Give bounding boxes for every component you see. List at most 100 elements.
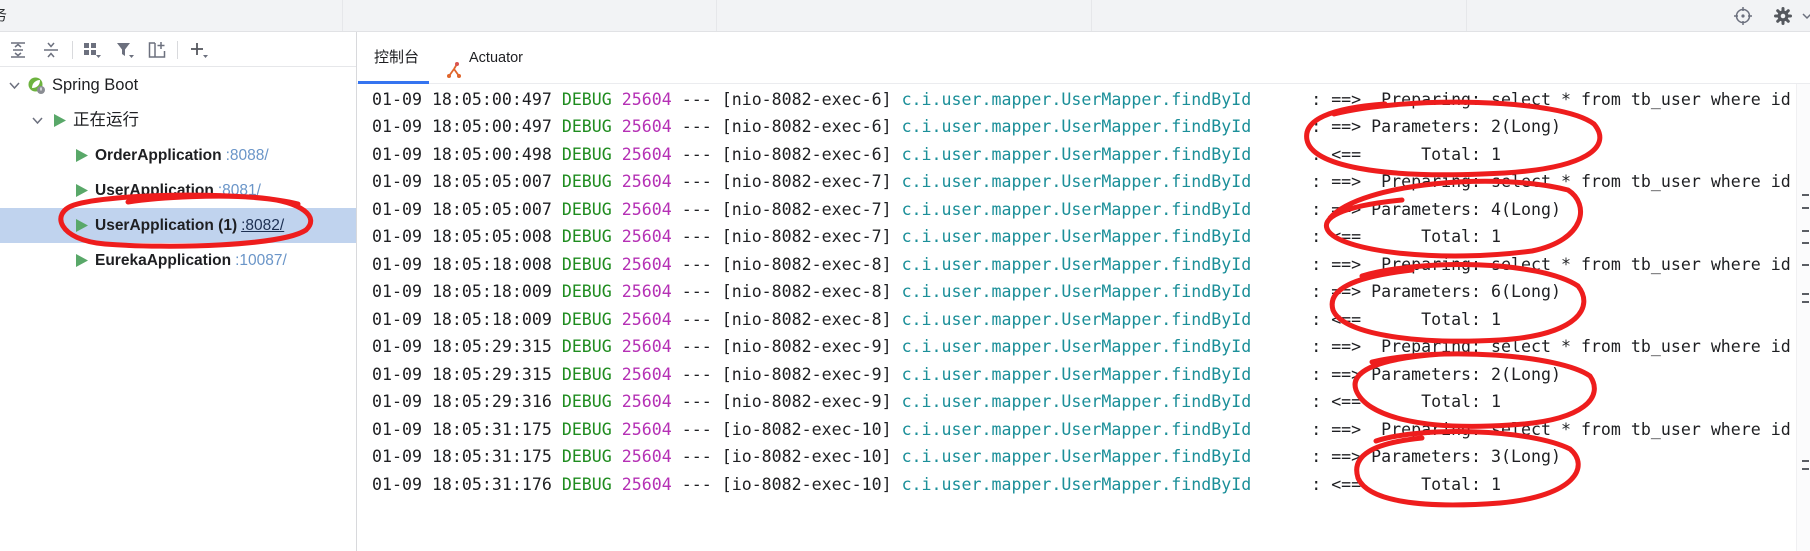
log-message: <== Total: 1 xyxy=(1331,392,1502,411)
log-message: <== Total: 1 xyxy=(1331,144,1502,164)
log-message: <== Total: 1 xyxy=(1331,474,1502,494)
run-icon xyxy=(72,251,91,270)
console-scrollbar[interactable] xyxy=(1796,84,1810,551)
log-pid: 25604 xyxy=(621,89,672,109)
run-icon xyxy=(72,181,91,200)
log-delimiter: : xyxy=(1311,227,1322,246)
run-icon xyxy=(50,111,69,130)
log-logger: c.i.user.mapper.UserMapper.findById xyxy=(901,89,1252,109)
expand-all-icon[interactable] xyxy=(8,40,28,60)
log-pid: 25604 xyxy=(621,392,672,411)
log-timestamp: 01-09 18:05:00:497 xyxy=(372,89,552,109)
log-separator: --- xyxy=(681,364,712,384)
log-pid: 25604 xyxy=(621,227,672,246)
console-line: 01-09 18:05:00:497 DEBUG 25604 --- [nio-… xyxy=(372,113,1796,141)
tree-item-spring-boot[interactable]: Spring Boot xyxy=(0,68,356,103)
log-thread: [nio-8082-exec-9] xyxy=(721,392,892,411)
new-service-icon[interactable] xyxy=(147,40,167,60)
log-timestamp: 01-09 18:05:05:007 xyxy=(372,199,552,219)
log-pid: 25604 xyxy=(621,144,672,164)
tree-item-app[interactable]: OrderApplication:8088/ xyxy=(0,138,356,173)
console-line: 01-09 18:05:31:175 DEBUG 25604 --- [io-8… xyxy=(372,443,1796,471)
app-name: UserApplication (1) xyxy=(95,217,238,234)
log-level: DEBUG xyxy=(561,117,612,136)
filter-icon[interactable] xyxy=(115,40,135,60)
console-line: 01-09 18:05:29:316 DEBUG 25604 --- [nio-… xyxy=(372,388,1796,416)
actuator-icon xyxy=(445,49,463,78)
app-port-link[interactable]: :8082/ xyxy=(241,217,284,234)
log-logger: c.i.user.mapper.UserMapper.findById xyxy=(901,144,1252,164)
add-icon[interactable] xyxy=(189,40,209,60)
app-name: UserApplication xyxy=(95,182,214,199)
log-message: ==> Parameters: 4(Long) xyxy=(1331,199,1561,219)
tab-console[interactable]: 控制台 xyxy=(358,32,430,84)
log-delimiter: : xyxy=(1311,144,1322,164)
log-timestamp: 01-09 18:05:05:007 xyxy=(372,172,552,191)
log-message: ==> Parameters: 3(Long) xyxy=(1331,447,1561,466)
tree-item-app[interactable]: EurekaApplication:10087/ xyxy=(0,243,356,278)
tree-item-app[interactable]: UserApplication (1):8082/ xyxy=(0,208,356,243)
log-level: DEBUG xyxy=(561,392,612,411)
console-line: 01-09 18:05:05:007 DEBUG 25604 --- [nio-… xyxy=(372,168,1796,196)
toolbar-separator xyxy=(177,41,178,59)
console-line: 01-09 18:05:05:007 DEBUG 25604 --- [nio-… xyxy=(372,196,1796,224)
tab-actuator[interactable]: Actuator xyxy=(441,32,551,84)
tree-group-label: 正在运行 xyxy=(73,111,139,129)
log-level: DEBUG xyxy=(561,89,612,109)
log-message: ==> Preparing: select * from tb_user whe… xyxy=(1331,172,1791,191)
chevron-down-icon[interactable] xyxy=(1801,6,1810,26)
services-panel: Spring Boot 正在运行 OrderApplication:8088/ … xyxy=(0,32,357,551)
log-level: DEBUG xyxy=(561,199,612,219)
app-port-link[interactable]: :8081/ xyxy=(218,182,261,199)
log-pid: 25604 xyxy=(621,282,672,301)
log-logger: c.i.user.mapper.UserMapper.findById xyxy=(901,254,1252,274)
console-line: 01-09 18:05:18:008 DEBUG 25604 --- [nio-… xyxy=(372,251,1796,279)
log-message: ==> Parameters: 2(Long) xyxy=(1331,117,1561,136)
crosshair-icon[interactable] xyxy=(1733,6,1753,26)
gear-icon[interactable] xyxy=(1773,6,1793,26)
log-separator: --- xyxy=(681,392,712,411)
log-delimiter: : xyxy=(1311,447,1322,466)
app-label: UserApplication (1):8082/ xyxy=(95,208,284,243)
log-delimiter: : xyxy=(1311,117,1322,136)
log-pid: 25604 xyxy=(621,254,672,274)
log-pid: 25604 xyxy=(621,117,672,136)
log-message: ==> Parameters: 2(Long) xyxy=(1331,364,1561,384)
console-output[interactable]: 01-09 18:05:00:497 DEBUG 25604 --- [nio-… xyxy=(357,84,1796,551)
app-port-link[interactable]: :10087/ xyxy=(235,252,287,269)
log-thread: [nio-8082-exec-8] xyxy=(721,254,892,274)
log-logger: c.i.user.mapper.UserMapper.findById xyxy=(901,227,1252,246)
tab-bar: 控制台 Actuator xyxy=(357,32,1810,84)
log-thread: [nio-8082-exec-8] xyxy=(721,282,892,301)
scrollbar-marker xyxy=(1802,194,1809,196)
console-line: 01-09 18:05:31:175 DEBUG 25604 --- [io-8… xyxy=(372,416,1796,444)
app-label: UserApplication:8081/ xyxy=(95,173,261,208)
log-separator: --- xyxy=(681,474,712,494)
collapse-all-icon[interactable] xyxy=(41,40,61,60)
console-line: 01-09 18:05:31:176 DEBUG 25604 --- [io-8… xyxy=(372,471,1796,499)
tree-item-app[interactable]: UserApplication:8081/ xyxy=(0,173,356,208)
log-delimiter: : xyxy=(1311,172,1322,191)
console-line: 01-09 18:05:00:498 DEBUG 25604 --- [nio-… xyxy=(372,141,1796,169)
log-delimiter: : xyxy=(1311,254,1322,274)
chevron-down-icon[interactable] xyxy=(8,79,21,92)
log-separator: --- xyxy=(681,172,712,191)
app-port-link[interactable]: :8088/ xyxy=(226,147,269,164)
header-divider xyxy=(1091,0,1092,31)
log-separator: --- xyxy=(681,254,712,274)
log-pid: 25604 xyxy=(621,447,672,466)
services-toolbar xyxy=(0,32,356,67)
console-line: 01-09 18:05:00:497 DEBUG 25604 --- [nio-… xyxy=(372,86,1796,114)
console-lines: 01-09 18:05:00:497 DEBUG 25604 --- [nio-… xyxy=(372,86,1796,499)
scrollbar-marker xyxy=(1802,301,1809,303)
console-line: 01-09 18:05:18:009 DEBUG 25604 --- [nio-… xyxy=(372,306,1796,334)
group-by-icon[interactable] xyxy=(82,40,102,60)
scrollbar-marker xyxy=(1802,460,1809,462)
log-pid: 25604 xyxy=(621,199,672,219)
chevron-down-icon[interactable] xyxy=(31,114,44,127)
console-line: 01-09 18:05:05:008 DEBUG 25604 --- [nio-… xyxy=(372,223,1796,251)
log-thread: [nio-8082-exec-9] xyxy=(721,337,892,356)
log-separator: --- xyxy=(681,227,712,246)
log-level: DEBUG xyxy=(561,337,612,356)
tree-item-running-group[interactable]: 正在运行 xyxy=(0,103,356,138)
